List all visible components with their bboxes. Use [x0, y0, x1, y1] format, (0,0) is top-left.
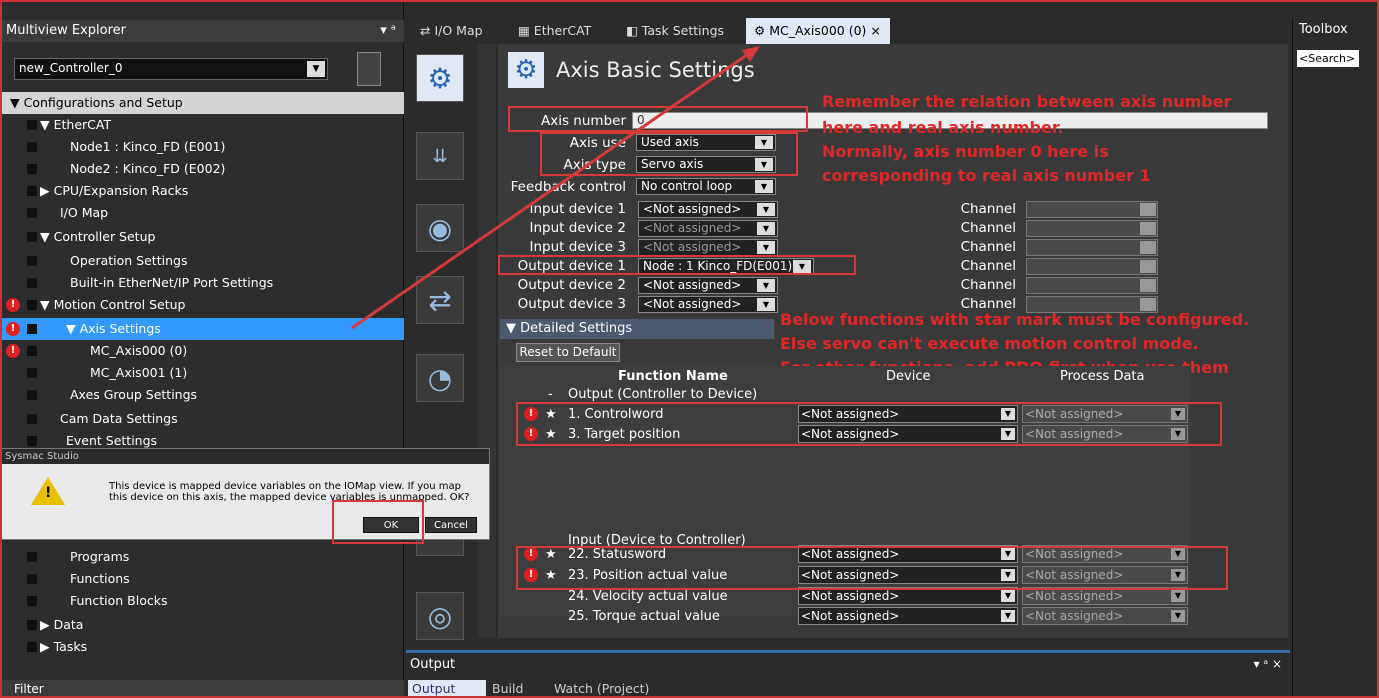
annotation-box-ok	[332, 500, 424, 544]
dialog-title: Sysmac Studio	[1, 449, 489, 464]
warning-icon: !	[31, 477, 65, 505]
toolbox-search[interactable]: <Search>	[1297, 50, 1359, 67]
annotation-arrow	[351, 46, 760, 330]
tab-build-label: Build	[492, 681, 524, 696]
cancel-button[interactable]: Cancel	[425, 517, 477, 533]
tab-output-label: Output	[412, 681, 456, 696]
output-tabs: Output Build Watch (Project)	[406, 680, 1290, 698]
output-controls[interactable]: ▾ ᵃ ×	[1254, 657, 1282, 671]
tab-build[interactable]: Build	[488, 680, 548, 698]
tab-watch-label: Watch (Project)	[554, 681, 650, 696]
tab-watch[interactable]: Watch (Project)	[550, 680, 690, 698]
toolbox-panel: Toolbox <Search>	[1292, 18, 1379, 698]
tab-output[interactable]: Output	[408, 680, 486, 698]
toolbox-title: Toolbox	[1299, 22, 1348, 37]
output-title: Output	[410, 657, 456, 672]
